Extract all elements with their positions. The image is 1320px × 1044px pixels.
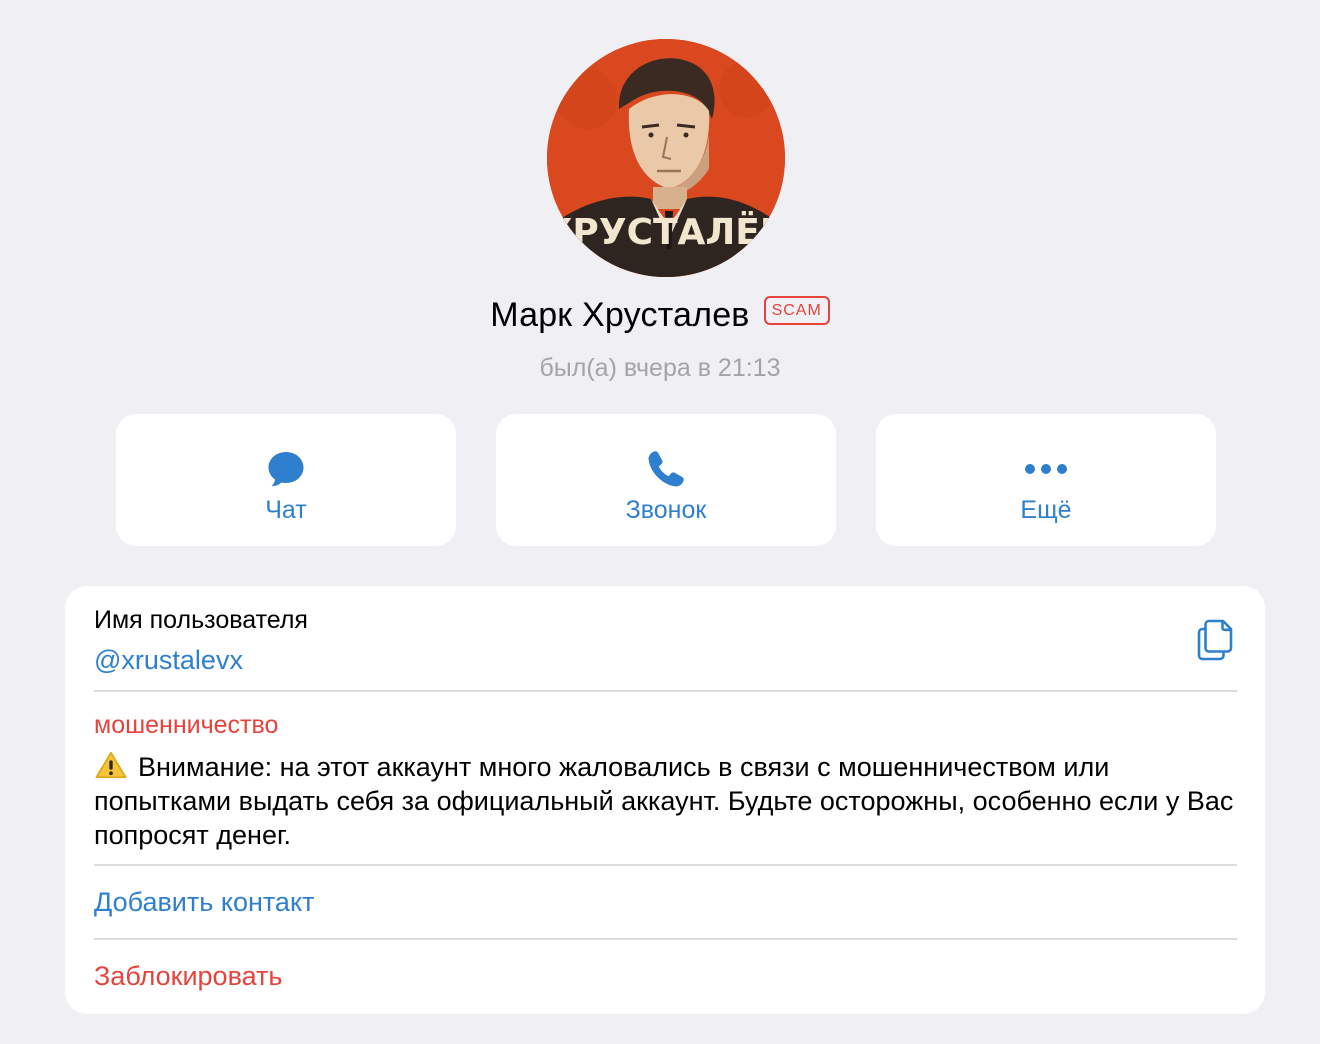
avatar-caption: ХРУСТАЛЁВ: [547, 211, 785, 253]
avatar-image: ХРУСТАЛЁВ: [547, 39, 785, 277]
phone-icon: [496, 448, 836, 490]
chat-button-label: Чат: [265, 496, 307, 524]
call-button[interactable]: Звонок: [496, 414, 836, 546]
scam-warning-text: Внимание: на этот аккаунт много жаловали…: [94, 750, 1234, 852]
avatar[interactable]: ХРУСТАЛЁВ: [547, 39, 785, 277]
warning-message: Внимание: на этот аккаунт много жаловали…: [94, 752, 1234, 850]
name-row: Марк Хрусталев SCAM: [0, 296, 1320, 335]
info-card: Имя пользователя @xrustalevx мошенничест…: [65, 586, 1265, 1014]
scam-title: мошенничество: [94, 711, 279, 739]
profile-page: ХРУСТАЛЁВ Марк Хрусталев SCAM был(а) вче…: [0, 0, 1320, 1044]
separator: [94, 864, 1237, 866]
username-title: Имя пользователя: [94, 606, 308, 634]
call-button-label: Звонок: [625, 496, 707, 524]
add-contact-button[interactable]: Добавить контакт: [94, 885, 314, 919]
warning-sign-icon: [95, 751, 127, 779]
more-button[interactable]: Ещё: [876, 414, 1216, 546]
block-button[interactable]: Заблокировать: [94, 959, 282, 993]
separator: [94, 938, 1237, 940]
username-value[interactable]: @xrustalevx: [94, 643, 243, 677]
chat-bubble-icon: [116, 448, 456, 490]
more-button-label: Ещё: [1020, 496, 1072, 524]
profile-name: Марк Хрусталев: [490, 296, 750, 334]
copy-icon[interactable]: [1195, 618, 1235, 662]
more-dots-icon: [876, 448, 1216, 490]
chat-button[interactable]: Чат: [116, 414, 456, 546]
separator: [94, 690, 1237, 692]
last-seen-status: был(а) вчера в 21:13: [539, 354, 781, 382]
scam-badge: SCAM: [763, 296, 830, 325]
